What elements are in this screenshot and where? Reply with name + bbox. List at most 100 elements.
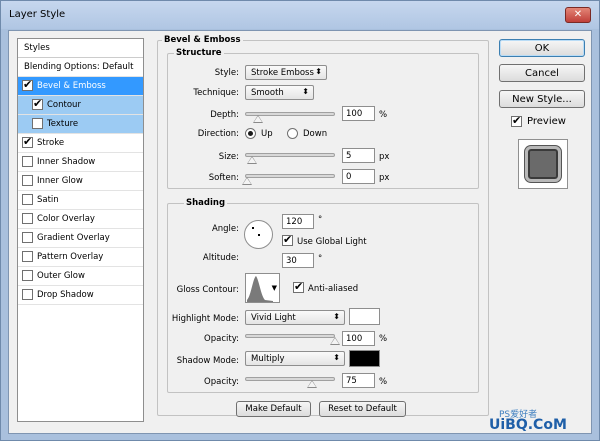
ok-button[interactable]: OK	[499, 39, 585, 57]
style-item-inner-glow[interactable]: Inner Glow	[18, 172, 143, 191]
make-default-button[interactable]: Make Default	[236, 401, 311, 417]
style-item-checkbox[interactable]	[22, 135, 33, 148]
preview-label[interactable]: Preview	[527, 116, 566, 127]
bevel-emboss-title: Bevel & Emboss	[162, 35, 243, 45]
cancel-button[interactable]: Cancel	[499, 64, 585, 82]
style-item-checkbox[interactable]	[22, 232, 33, 243]
soften-slider[interactable]	[242, 174, 335, 185]
style-item-drop-shadow[interactable]: Drop Shadow	[18, 286, 143, 305]
style-item-label: Stroke	[37, 138, 65, 148]
highlight-opacity-slider[interactable]	[245, 334, 340, 345]
style-item-bevel-emboss[interactable]: Bevel & Emboss	[18, 77, 143, 96]
style-item-checkbox[interactable]	[22, 213, 33, 224]
style-item-texture[interactable]: Texture	[18, 115, 143, 134]
style-item-label: Outer Glow	[37, 271, 85, 281]
slider-thumb[interactable]	[330, 337, 340, 345]
altitude-input[interactable]: 30	[282, 253, 314, 268]
preview-thumbnail	[518, 139, 568, 189]
highlight-color-swatch[interactable]	[349, 308, 380, 325]
depth-label: Depth:	[210, 110, 239, 120]
highlight-opacity-input[interactable]: 100	[342, 331, 375, 346]
style-item-label: Pattern Overlay	[37, 252, 104, 262]
altitude-label: Altitude:	[202, 253, 239, 263]
highlight-mode-select[interactable]: Vivid Light ⬍	[245, 310, 345, 325]
updown-icon: ⬍	[333, 353, 340, 362]
slider-thumb[interactable]	[307, 380, 317, 388]
angle-label: Angle:	[211, 224, 239, 234]
dial-center-icon	[258, 234, 260, 236]
shadow-opacity-input[interactable]: 75	[342, 373, 375, 388]
contour-curve-icon	[247, 276, 273, 302]
shadow-opacity-slider[interactable]	[245, 377, 335, 388]
style-item-checkbox[interactable]	[22, 156, 33, 167]
style-item-outer-glow[interactable]: Outer Glow	[18, 267, 143, 286]
updown-icon: ⬍	[315, 67, 322, 76]
blending-options-item[interactable]: Blending Options: Default	[18, 58, 143, 77]
size-slider[interactable]	[245, 153, 335, 164]
style-item-color-overlay[interactable]: Color Overlay	[18, 210, 143, 229]
direction-down-label[interactable]: Down	[303, 129, 327, 139]
style-item-pattern-overlay[interactable]: Pattern Overlay	[18, 248, 143, 267]
direction-up-radio[interactable]	[245, 128, 256, 139]
style-item-gradient-overlay[interactable]: Gradient Overlay	[18, 229, 143, 248]
reset-to-default-button[interactable]: Reset to Default	[319, 401, 406, 417]
shadow-opacity-label: Opacity:	[204, 377, 239, 387]
style-item-checkbox[interactable]	[22, 270, 33, 281]
highlight-mode-value: Vivid Light	[251, 313, 296, 323]
slider-thumb[interactable]	[247, 156, 257, 164]
style-item-checkbox[interactable]	[22, 289, 33, 300]
style-item-satin[interactable]: Satin	[18, 191, 143, 210]
altitude-unit: °	[318, 254, 323, 264]
direction-up-label[interactable]: Up	[261, 129, 273, 139]
close-icon: ✕	[573, 9, 583, 20]
style-item-stroke[interactable]: Stroke	[18, 134, 143, 153]
technique-select[interactable]: Smooth ⬍	[245, 85, 314, 100]
style-item-checkbox[interactable]	[22, 78, 33, 91]
preview-swatch-icon	[525, 146, 561, 182]
style-item-checkbox[interactable]	[32, 97, 43, 110]
direction-down-radio[interactable]	[287, 128, 298, 139]
style-item-checkbox[interactable]	[22, 251, 33, 262]
structure-title: Structure	[174, 48, 224, 58]
anti-aliased-checkbox[interactable]	[293, 280, 304, 293]
style-item-label: Drop Shadow	[37, 290, 94, 300]
layer-style-dialog: Layer Style ✕ Styles Blending Options: D…	[0, 0, 600, 441]
style-select[interactable]: Stroke Emboss ⬍	[245, 65, 327, 80]
style-item-checkbox[interactable]	[32, 118, 43, 129]
highlight-opacity-unit: %	[379, 334, 388, 344]
style-item-inner-shadow[interactable]: Inner Shadow	[18, 153, 143, 172]
technique-select-value: Smooth	[251, 88, 284, 98]
close-button[interactable]: ✕	[565, 7, 591, 23]
style-item-contour[interactable]: Contour	[18, 96, 143, 115]
shadow-mode-select[interactable]: Multiply ⬍	[245, 351, 345, 366]
style-item-checkbox[interactable]	[22, 194, 33, 205]
use-global-light-label[interactable]: Use Global Light	[297, 237, 367, 247]
size-input[interactable]: 5	[342, 148, 375, 163]
dial-direction-icon	[252, 227, 254, 229]
use-global-light-checkbox[interactable]	[282, 233, 293, 246]
angle-input[interactable]: 120	[282, 214, 314, 229]
depth-slider[interactable]	[245, 112, 335, 123]
shadow-opacity-unit: %	[379, 377, 388, 387]
angle-dial[interactable]	[244, 220, 273, 249]
slider-thumb[interactable]	[253, 115, 263, 123]
dialog-title: Layer Style	[9, 9, 66, 20]
soften-label: Soften:	[208, 173, 239, 183]
anti-aliased-label[interactable]: Anti-aliased	[308, 284, 358, 294]
gloss-contour-label: Gloss Contour:	[176, 285, 239, 295]
styles-list-header[interactable]: Styles	[18, 39, 143, 58]
preview-checkbox[interactable]	[511, 114, 522, 127]
depth-input[interactable]: 100	[342, 106, 375, 121]
watermark-text: UiBQ.CoM	[489, 417, 567, 433]
soften-input[interactable]: 0	[342, 169, 375, 184]
style-select-value: Stroke Emboss	[251, 68, 314, 78]
updown-icon: ⬍	[333, 312, 340, 321]
updown-icon: ⬍	[302, 87, 309, 96]
style-label: Style:	[214, 68, 239, 78]
gloss-contour-picker[interactable]: ▼	[245, 273, 280, 303]
slider-thumb[interactable]	[242, 177, 252, 185]
new-style-button[interactable]: New Style...	[499, 90, 585, 108]
style-item-label: Satin	[37, 195, 59, 205]
shadow-color-swatch[interactable]	[349, 350, 380, 367]
style-item-checkbox[interactable]	[22, 175, 33, 186]
